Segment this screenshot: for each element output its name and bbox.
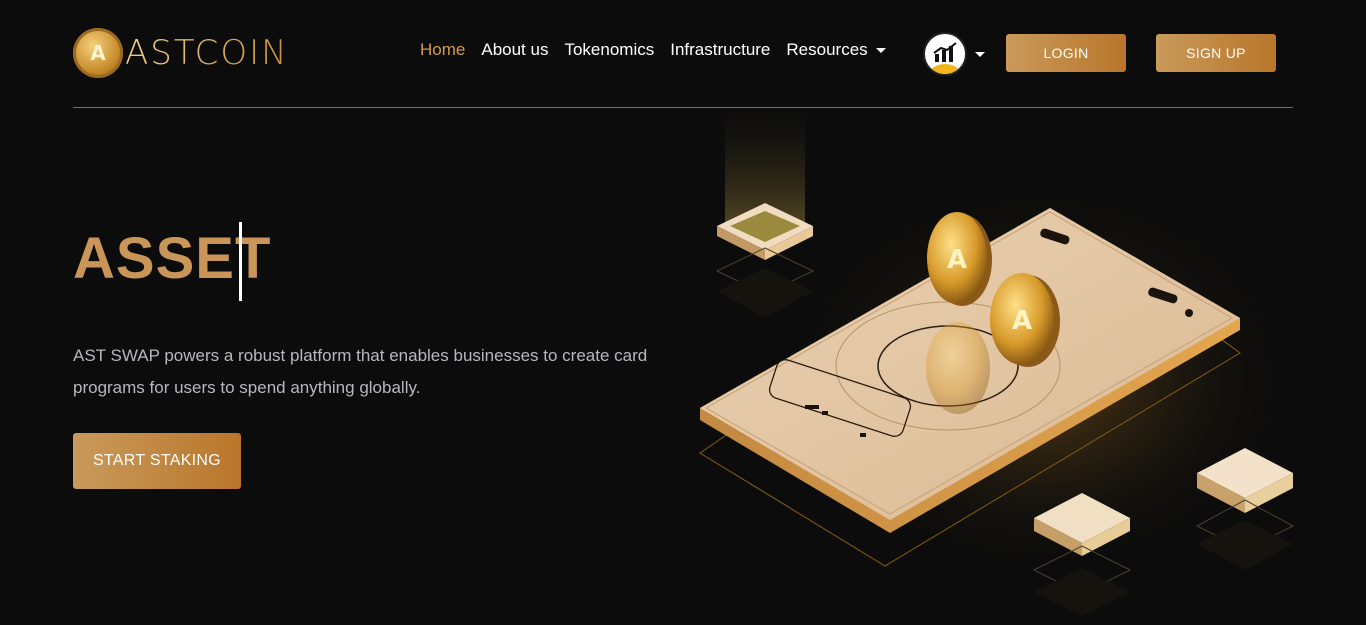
chart-menu[interactable] — [923, 32, 985, 76]
svg-text:A: A — [1012, 306, 1032, 336]
nav-tokenomics[interactable]: Tokenomics — [564, 40, 654, 60]
phone-coins-illustration: A A — [699, 108, 1300, 616]
brand-name: ASTCOIN — [125, 33, 289, 73]
chart-growth-icon — [923, 32, 967, 76]
site-header: A ASTCOIN Home About us Tokenomics Infra… — [73, 0, 1293, 108]
chevron-down-icon — [875, 48, 886, 54]
coin-logo-icon: A — [73, 28, 123, 78]
nav-resources[interactable]: Resources — [786, 40, 886, 60]
nav-infrastructure[interactable]: Infrastructure — [670, 40, 770, 60]
chevron-down-icon — [975, 51, 985, 57]
signup-button[interactable]: SIGN UP — [1156, 34, 1276, 72]
login-button[interactable]: LOGIN — [1006, 34, 1126, 72]
typing-cursor — [239, 222, 242, 301]
hero-description: AST SWAP powers a robust platform that e… — [73, 346, 648, 397]
svg-text:A: A — [947, 245, 967, 275]
nav-home[interactable]: Home — [420, 40, 465, 60]
main-nav: Home About us Tokenomics Infrastructure … — [420, 40, 902, 60]
start-staking-button[interactable]: START STAKING — [73, 433, 241, 489]
nav-about-us[interactable]: About us — [481, 40, 548, 60]
nav-resources-label: Resources — [786, 40, 868, 59]
brand-logo[interactable]: A ASTCOIN — [73, 28, 289, 78]
